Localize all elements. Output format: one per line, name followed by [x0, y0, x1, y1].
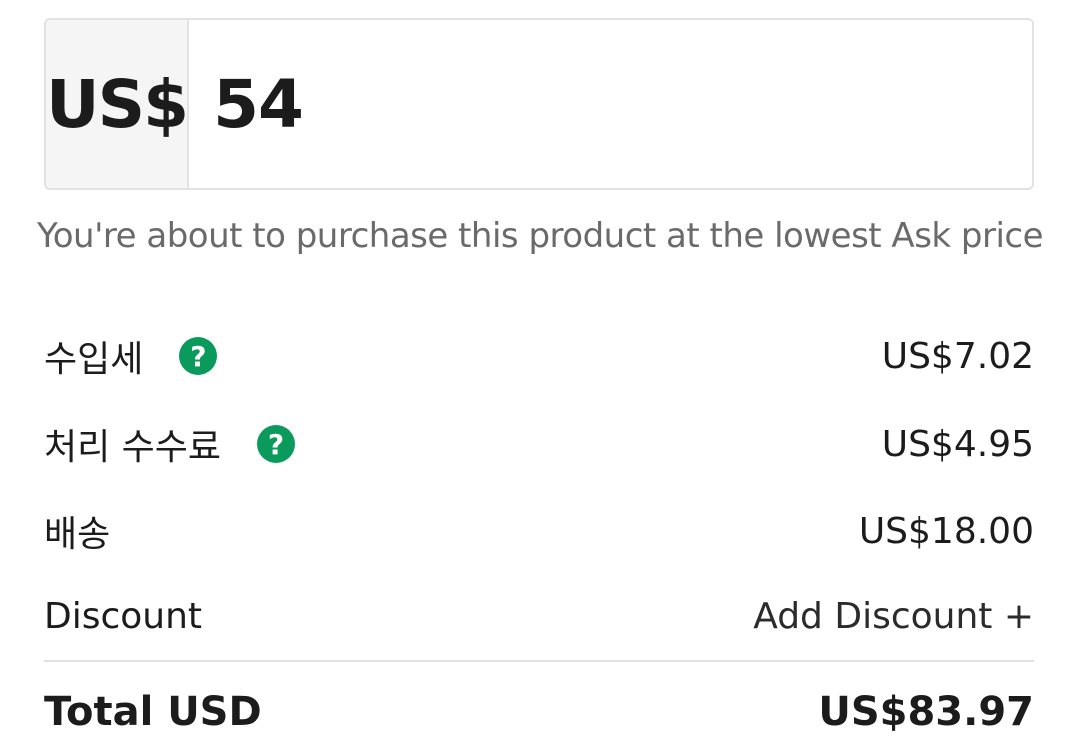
total-divider — [44, 660, 1034, 662]
shipping-label: 배송 — [44, 514, 111, 555]
total-value: US$83.97 — [818, 689, 1034, 735]
currency-label: US$ — [46, 20, 189, 188]
import-duty-label: 수입세 — [44, 339, 144, 380]
add-discount-link[interactable]: Add Discount + — [753, 596, 1034, 637]
processing-fee-value: US$4.95 — [881, 423, 1034, 465]
total-row: Total USD US$83.97 — [44, 689, 1034, 735]
total-label: Total USD — [44, 689, 262, 735]
shipping-row: 배송 US$18.00 — [44, 505, 1034, 557]
import-duty-value: US$7.02 — [881, 335, 1034, 377]
price-input-box: US$ — [44, 18, 1034, 190]
lowest-ask-notice: You're about to purchase this product at… — [36, 216, 1044, 256]
price-amount-input[interactable] — [189, 20, 1032, 188]
shipping-value: US$18.00 — [858, 510, 1034, 552]
processing-fee-label: 처리 수수료 — [44, 427, 222, 468]
discount-label: Discount — [44, 596, 203, 637]
processing-fee-help-icon[interactable]: ? — [257, 425, 296, 463]
import-duty-help-icon[interactable]: ? — [179, 337, 218, 375]
processing-fee-row: 처리 수수료 ? US$4.95 — [44, 418, 1034, 470]
import-duty-row: 수입세 ? US$7.02 — [44, 330, 1034, 382]
discount-row: Discount Add Discount + — [44, 596, 1034, 637]
